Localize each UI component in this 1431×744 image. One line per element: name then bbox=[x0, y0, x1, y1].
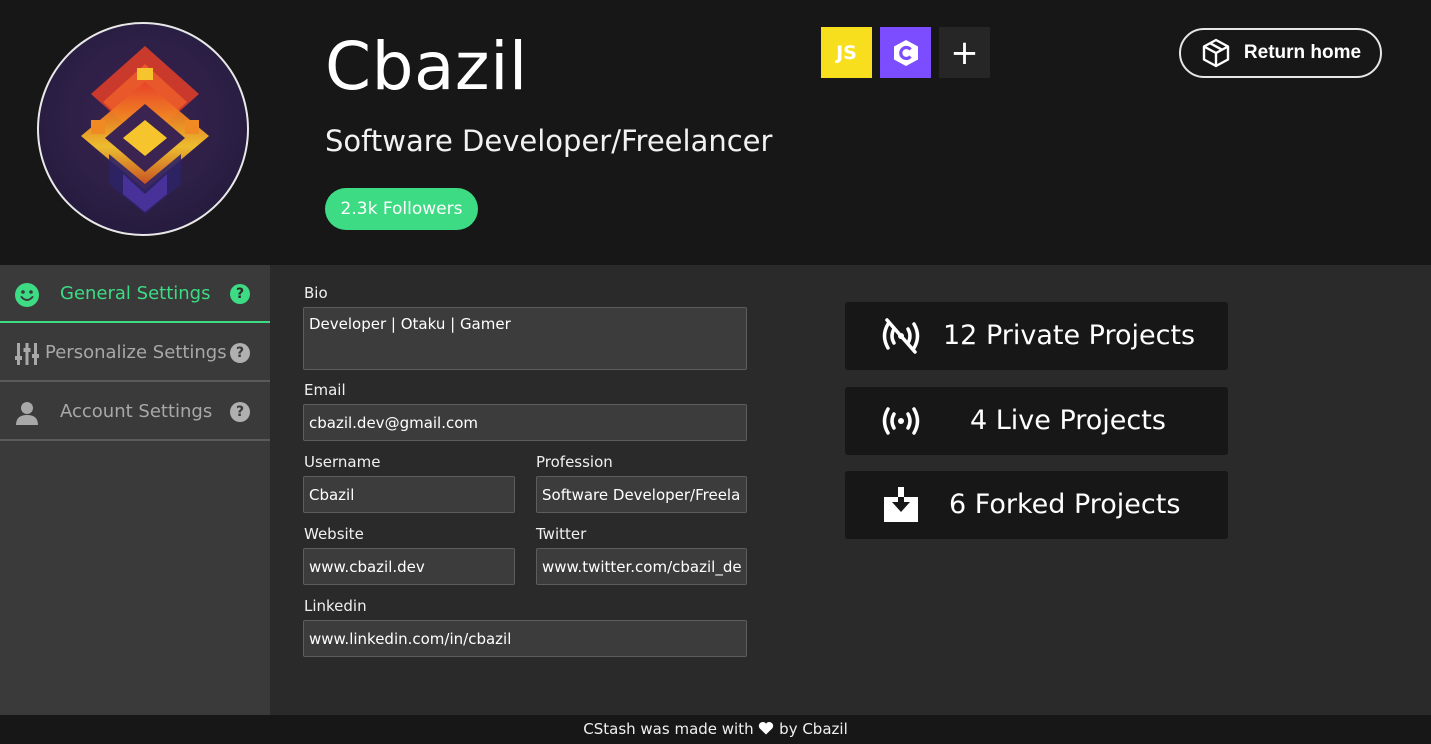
profile-profession: Software Developer/Freelancer bbox=[325, 124, 773, 158]
forked-projects-card[interactable]: 6 Forked Projects bbox=[845, 471, 1228, 539]
user-icon bbox=[14, 400, 40, 426]
settings-sidebar: General Settings ? Personalize Settings … bbox=[0, 265, 270, 715]
plus-icon: + bbox=[950, 32, 979, 73]
language-badge-csharp[interactable] bbox=[880, 27, 931, 78]
email-field[interactable] bbox=[303, 404, 747, 441]
profile-name: Cbazil bbox=[325, 28, 528, 105]
linkedin-field[interactable] bbox=[303, 620, 747, 657]
username-label: Username bbox=[304, 453, 381, 471]
forked-projects-label: 6 Forked Projects bbox=[949, 489, 1181, 520]
linkedin-label: Linkedin bbox=[304, 597, 367, 615]
smiley-icon bbox=[14, 282, 40, 308]
profession-field[interactable] bbox=[536, 476, 747, 513]
sidebar-item-label: Account Settings bbox=[60, 401, 213, 422]
help-icon[interactable]: ? bbox=[230, 343, 250, 363]
csharp-icon bbox=[893, 39, 919, 67]
twitter-field[interactable] bbox=[536, 548, 747, 585]
live-projects-card[interactable]: 4 Live Projects bbox=[845, 387, 1228, 455]
sliders-icon bbox=[14, 341, 40, 367]
return-home-label: Return home bbox=[1243, 42, 1362, 63]
avatar bbox=[37, 22, 249, 236]
js-label: JS bbox=[836, 41, 857, 64]
sidebar-item-label: General Settings bbox=[60, 283, 211, 304]
footer-text-before: CStash was made with bbox=[583, 720, 754, 738]
sidebar-item-personalize-settings[interactable]: Personalize Settings ? bbox=[0, 324, 270, 382]
website-label: Website bbox=[304, 525, 364, 543]
live-projects-label: 4 Live Projects bbox=[970, 405, 1166, 436]
sidebar-item-general-settings[interactable]: General Settings ? bbox=[0, 265, 270, 323]
add-language-button[interactable]: + bbox=[939, 27, 990, 78]
profession-label: Profession bbox=[536, 453, 613, 471]
bio-field[interactable]: Developer | Otaku | Gamer bbox=[303, 307, 747, 370]
cube-icon bbox=[1200, 37, 1232, 69]
heart-icon bbox=[758, 720, 779, 738]
download-box-icon bbox=[879, 485, 923, 525]
language-badge-js[interactable]: JS bbox=[821, 27, 872, 78]
help-icon[interactable]: ? bbox=[230, 402, 250, 422]
footer-text-after: by Cbazil bbox=[779, 720, 848, 738]
return-home-button[interactable]: Return home bbox=[1179, 28, 1382, 78]
followers-badge[interactable]: 2.3k Followers bbox=[325, 188, 478, 230]
bio-label: Bio bbox=[304, 284, 328, 302]
username-field[interactable] bbox=[303, 476, 515, 513]
private-projects-card[interactable]: 12 Private Projects bbox=[845, 302, 1228, 370]
help-icon[interactable]: ? bbox=[230, 284, 250, 304]
twitter-label: Twitter bbox=[536, 525, 587, 543]
website-field[interactable] bbox=[303, 548, 515, 585]
footer: CStash was made with by Cbazil bbox=[0, 715, 1431, 744]
sidebar-item-label: Personalize Settings bbox=[45, 342, 227, 363]
sidebar-item-account-settings[interactable]: Account Settings ? bbox=[0, 383, 270, 441]
broadcast-icon bbox=[879, 401, 923, 441]
profile-header: Cbazil Software Developer/Freelancer 2.3… bbox=[0, 0, 1431, 265]
private-projects-label: 12 Private Projects bbox=[943, 320, 1196, 351]
broadcast-off-icon bbox=[879, 316, 923, 356]
email-label: Email bbox=[304, 381, 346, 399]
